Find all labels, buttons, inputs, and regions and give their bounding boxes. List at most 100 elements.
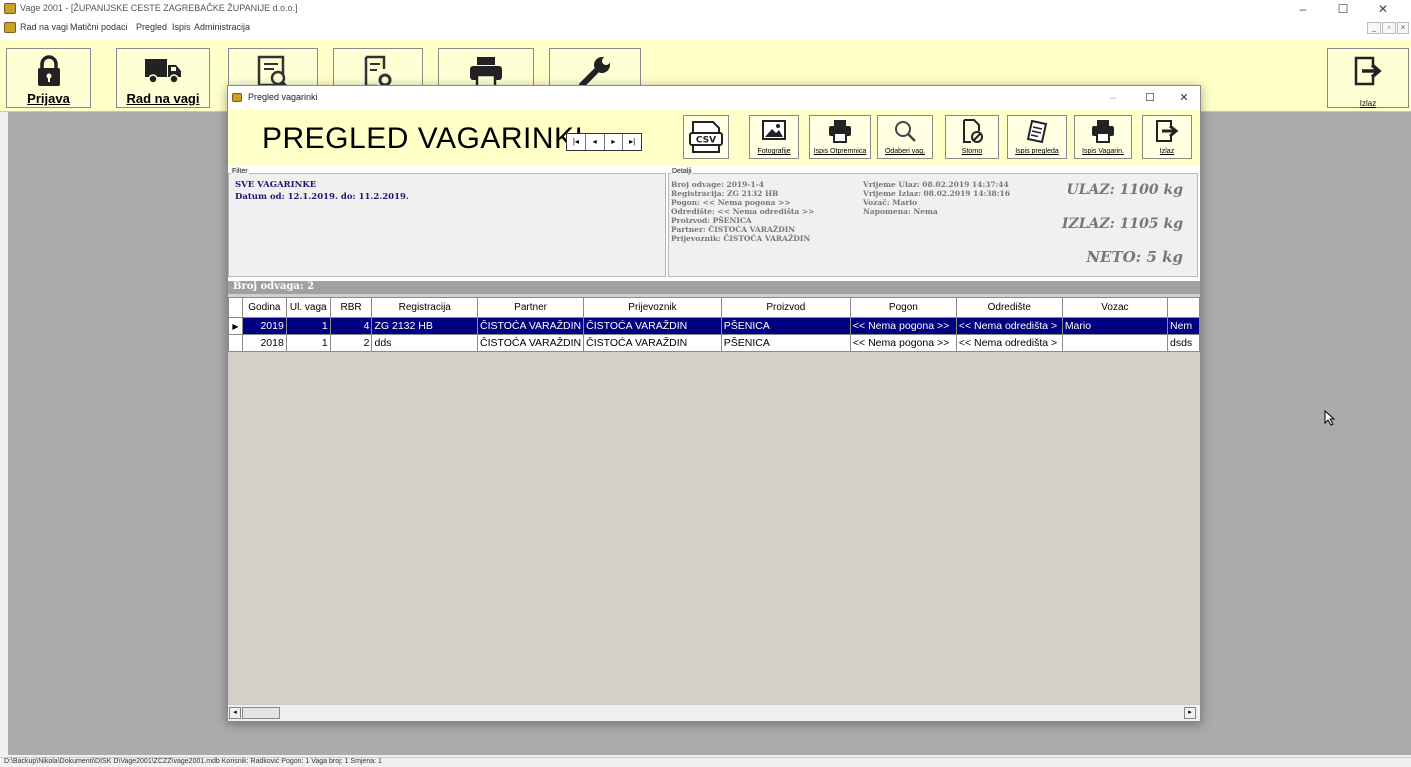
printer-icon (827, 118, 853, 147)
cell-pogon[interactable]: << Nema pogona >> (849, 317, 957, 335)
cell-godina[interactable]: 2019 (241, 317, 287, 335)
cell-ul-vaga[interactable]: 1 (285, 334, 331, 352)
details-right: Vrijeme Ulaz: 08.02.2019 14:37:44 Vrijem… (863, 180, 1010, 216)
izlaz-button[interactable]: Izlaz (1327, 48, 1409, 108)
mdi-close-button[interactable]: × (1397, 22, 1409, 34)
record-count: Broj odvaga: 2 (233, 281, 315, 292)
detail-vrijeme-ulaz: Vrijeme Ulaz: 08.02.2019 14:37:44 (863, 180, 1009, 189)
menu-ispis[interactable]: Ispis (172, 22, 191, 32)
status-text: D:\Backup\Nikola\Dokumenti\DISK D\Vage20… (4, 758, 382, 765)
col-prijevoznik[interactable]: Prijevoznik (583, 297, 722, 318)
table-row[interactable]: ▶ 2019 1 4 ZG 2132 HB ČISTOĆA VARAŽDIN Č… (228, 317, 1200, 335)
cell-prijevoznik[interactable]: ČISTOĆA VARAŽDIN (583, 334, 722, 352)
cell-godina[interactable]: 2018 (241, 334, 287, 352)
horizontal-scrollbar[interactable]: ◂ ▸ (228, 704, 1200, 721)
detail-registracija: Registracija: ZG 2132 HB (671, 189, 779, 198)
filter-group: Filter SVE VAGARINKE Datum od: 12.1.2019… (228, 168, 666, 277)
svg-text:CSV: CSV (696, 136, 716, 146)
nav-next-button[interactable]: ▸ (605, 134, 624, 150)
image-icon (761, 118, 787, 147)
ispis-otpremnica-label: Ispis Otpremnica (813, 148, 867, 155)
cell-registracija[interactable]: ZG 2132 HB (371, 317, 478, 335)
nav-first-button[interactable]: |◂ (567, 134, 586, 150)
izlaz-label: Izlaz (1359, 99, 1377, 108)
ispis-vagarin-button[interactable]: Ispis Vagarin. (1074, 115, 1132, 159)
page-title: PREGLED VAGARINKI (262, 122, 584, 155)
ispis-pregleda-button[interactable]: Ispis pregleda (1007, 115, 1067, 159)
cell-partner[interactable]: ČISTOĆA VARAŽDIN (476, 334, 585, 352)
cell-ul-vaga[interactable]: 1 (285, 317, 331, 335)
detail-vrijeme-izlaz: Vrijeme Izlaz: 08.02.2019 14:38:16 (863, 189, 1010, 198)
scroll-right-icon[interactable]: ▸ (1184, 707, 1196, 719)
pregled-vagarinki-dialog: Pregled vagarinki – ☐ ✕ PREGLED VAGARINK… (227, 85, 1201, 722)
storno-button[interactable]: Storno (945, 115, 999, 159)
csv-export-button[interactable]: CSV (683, 115, 729, 159)
ispis-pregleda-label: Ispis pregleda (1015, 148, 1059, 155)
cell-partner[interactable]: ČISTOĆA VARAŽDIN (476, 317, 585, 335)
prijava-label: Prijava (27, 91, 70, 106)
col-rbr[interactable]: RBR (329, 297, 373, 318)
prijava-button[interactable]: Prijava (6, 48, 91, 108)
detail-broj-odvage: Broj odvage: 2019-1-4 (671, 180, 765, 189)
app-menu-icon[interactable] (4, 22, 16, 33)
exit-icon (1154, 118, 1180, 147)
detail-pogon: Pogon: << Nema pogona >> (671, 198, 791, 207)
rad-na-vagi-button[interactable]: Rad na vagi (116, 48, 210, 108)
truck-icon (143, 55, 183, 88)
col-proizvod[interactable]: Proizvod (720, 297, 851, 318)
menu-maticni-podaci[interactable]: Matični podaci (70, 22, 128, 32)
cell-odrediste[interactable]: << Nema odredišta > (955, 334, 1063, 352)
cell-vozac[interactable] (1061, 334, 1168, 352)
mdi-minimize-button[interactable]: _ (1367, 22, 1381, 34)
grid-header-row: Godina Ul. vaga RBR Registracija Partner… (228, 297, 1200, 318)
scroll-thumb[interactable] (242, 707, 280, 719)
close-button[interactable]: ✕ (1360, 1, 1406, 17)
menu-rad-na-vagi[interactable]: Rad na vagi (20, 22, 68, 32)
cell-vozac[interactable]: Mario (1061, 317, 1168, 335)
fotografije-button[interactable]: Fotografije (749, 115, 799, 159)
dialog-maximize-button[interactable]: ☐ (1138, 90, 1162, 106)
table-row[interactable]: 2018 1 2 dds ČISTOĆA VARAŽDIN ČISTOĆA VA… (228, 334, 1200, 352)
fotografije-label: Fotografije (757, 148, 791, 155)
col-napomena[interactable] (1166, 297, 1200, 318)
csv-icon: CSV (688, 120, 724, 157)
detail-vozac: Vozač: Mario (863, 198, 918, 207)
ispis-vagarin-label: Ispis Vagarin. (1082, 148, 1124, 155)
col-registracija[interactable]: Registracija (371, 297, 478, 318)
col-godina[interactable]: Godina (241, 297, 287, 318)
cell-odrediste[interactable]: << Nema odredišta > (955, 317, 1063, 335)
col-ul-vaga[interactable]: Ul. vaga (285, 297, 331, 318)
window-title: Vage 2001 - [ŽUPANIJSKE CESTE ZAGREBAČKE… (20, 3, 298, 13)
menu-administracija[interactable]: Administracija (194, 22, 250, 32)
scroll-left-icon[interactable]: ◂ (229, 707, 241, 719)
cell-napomena[interactable]: dsds (1166, 334, 1200, 352)
cell-pogon[interactable]: << Nema pogona >> (849, 334, 957, 352)
cell-rbr[interactable]: 2 (329, 334, 373, 352)
ispis-otpremnica-button[interactable]: Ispis Otpremnica (809, 115, 871, 159)
odaberi-vag-label: Odaberi vag. (884, 148, 926, 155)
odaberi-vag-button[interactable]: Odaberi vag. (877, 115, 933, 159)
dialog-title: Pregled vagarinki (248, 92, 318, 102)
cell-proizvod[interactable]: PŠENICA (720, 317, 851, 335)
header-indicator (228, 297, 243, 318)
cell-rbr[interactable]: 4 (329, 317, 373, 335)
nav-prev-button[interactable]: ◂ (586, 134, 605, 150)
menu-pregled[interactable]: Pregled (136, 22, 167, 32)
col-pogon[interactable]: Pogon (849, 297, 957, 318)
cell-registracija[interactable]: dds (371, 334, 478, 352)
cell-proizvod[interactable]: PŠENICA (720, 334, 851, 352)
record-count-bar: Broj odvaga: 2 (228, 281, 1200, 294)
col-partner[interactable]: Partner (476, 297, 585, 318)
detail-prijevoznik: Prijevoznik: ČISTOĆA VARAŽDIN (671, 234, 811, 243)
cell-prijevoznik[interactable]: ČISTOĆA VARAŽDIN (583, 317, 722, 335)
col-odrediste[interactable]: Odredište (955, 297, 1063, 318)
statusbar: D:\Backup\Nikola\Dokumenti\DISK D\Vage20… (0, 757, 1411, 767)
dialog-close-button[interactable]: ✕ (1172, 90, 1196, 106)
nav-last-button[interactable]: ▸| (623, 134, 641, 150)
mdi-restore-button[interactable]: ▫ (1382, 22, 1396, 34)
col-vozac[interactable]: Vozac (1061, 297, 1168, 318)
cell-napomena[interactable]: Nem (1166, 317, 1200, 335)
dialog-minimize-button[interactable]: – (1101, 90, 1125, 106)
storno-label: Storno (961, 148, 983, 155)
dialog-izlaz-button[interactable]: Izlaz (1142, 115, 1192, 159)
